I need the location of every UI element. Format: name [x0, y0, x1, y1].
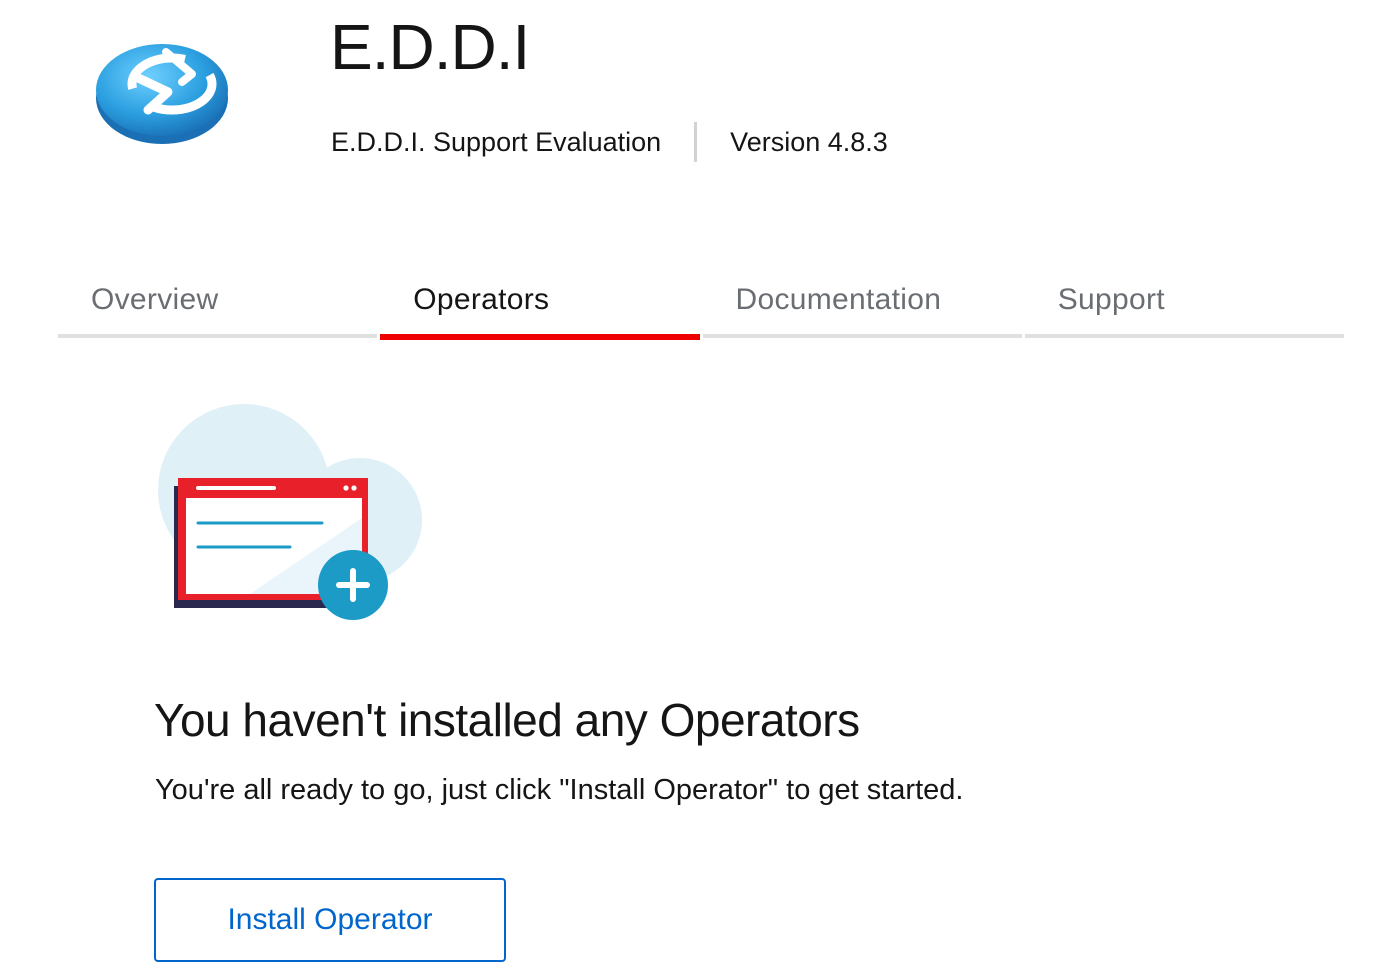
add-application-illustration — [150, 400, 430, 624]
subline-divider — [694, 122, 698, 162]
tab-underline — [1024, 334, 1344, 338]
tab-underline — [58, 334, 378, 338]
tab-active-underline — [380, 334, 700, 340]
app-subtitle: E.D.D.I. Support Evaluation — [331, 126, 662, 157]
app-subline: E.D.D.I. Support Evaluation Version 4.8.… — [331, 122, 888, 162]
tab-support[interactable]: Support — [1024, 262, 1344, 340]
eddi-logo-icon — [94, 34, 230, 146]
tab-documentation[interactable]: Documentation — [702, 262, 1022, 340]
app-version: Version 4.8.3 — [730, 126, 888, 157]
empty-state-body: You're all ready to go, just click "Inst… — [155, 774, 964, 806]
tab-overview[interactable]: Overview — [58, 262, 378, 340]
tab-label: Documentation — [735, 283, 942, 316]
tab-label: Overview — [91, 283, 219, 316]
tab-label: Operators — [413, 283, 550, 316]
install-operator-button[interactable]: Install Operator — [154, 878, 506, 962]
app-title: E.D.D.I — [330, 11, 530, 83]
tab-underline — [702, 334, 1022, 338]
tab-bar: Overview Operators Documentation Support — [58, 262, 1344, 340]
tab-label: Support — [1057, 283, 1165, 316]
tab-operators[interactable]: Operators — [380, 262, 700, 340]
empty-state-title: You haven't installed any Operators — [154, 694, 860, 746]
